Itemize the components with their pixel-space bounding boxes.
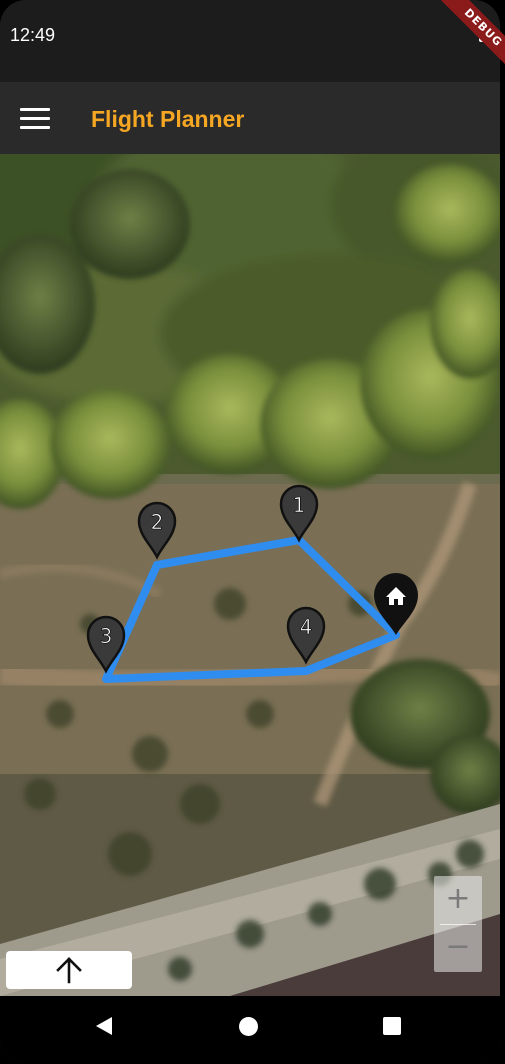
- arrow-up-icon: [56, 957, 82, 984]
- device-screen: 12:49 Flight Planner 1 2 3 4 + −: [0, 0, 500, 1064]
- map-view[interactable]: 1 2 3 4 + −: [0, 154, 500, 996]
- system-nav-bar: [0, 996, 500, 1064]
- waypoint-label: 4: [300, 615, 313, 639]
- zoom-out-button[interactable]: −: [434, 924, 482, 972]
- app-title: Flight Planner: [91, 106, 245, 132]
- back-triangle-icon[interactable]: [94, 1016, 114, 1036]
- compass-button[interactable]: [6, 951, 132, 989]
- waypoint-label: 3: [100, 624, 113, 648]
- recents-square-icon[interactable]: [383, 1017, 401, 1035]
- app-bar: Flight Planner: [0, 82, 500, 154]
- waypoint-label: 1: [293, 493, 306, 517]
- satellite-imagery: 1 2 3 4: [0, 154, 500, 996]
- hamburger-menu-icon[interactable]: [20, 108, 50, 130]
- status-time: 12:49: [10, 25, 56, 45]
- zoom-in-button[interactable]: +: [434, 876, 482, 924]
- home-circle-icon[interactable]: [239, 1017, 258, 1036]
- zoom-control: + −: [434, 876, 482, 972]
- waypoint-label: 2: [151, 510, 164, 534]
- status-bar: 12:49: [0, 0, 500, 82]
